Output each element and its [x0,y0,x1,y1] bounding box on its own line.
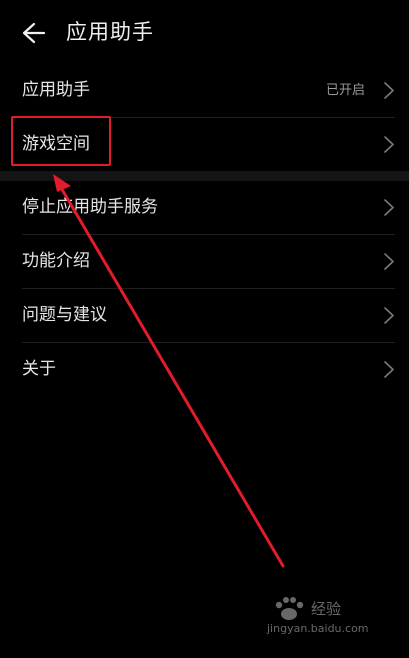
app-header: 应用助手 [0,0,409,64]
chevron-right-icon [383,199,395,216]
row-stop-service[interactable]: 停止应用助手服务 [22,181,395,235]
chevron-right-icon [383,136,395,153]
row-feature-intro[interactable]: 功能介绍 [22,235,395,289]
chevron-right-icon [383,82,395,99]
back-arrow-icon [22,22,46,44]
chevron-right-icon [383,361,395,378]
row-label: 游戏空间 [22,134,90,154]
row-label: 应用助手 [22,80,90,100]
baidu-jingyan-watermark: 经验 jingyan.baidu.com [267,596,387,636]
row-about[interactable]: 关于 [22,343,395,396]
watermark-brand: 经验 [311,600,342,618]
watermark-url: jingyan.baidu.com [267,622,369,635]
status-text: 已开启 [325,83,365,98]
back-button[interactable] [14,18,48,48]
baidu-paw-icon [275,597,304,620]
row-label: 停止应用助手服务 [22,197,158,217]
section-divider [0,171,409,181]
row-label: 问题与建议 [22,305,107,325]
row-app-assistant[interactable]: 应用助手 已开启 [22,64,395,118]
chevron-right-icon [383,253,395,270]
row-label: 功能介绍 [22,251,90,271]
page-title: 应用助手 [66,20,154,44]
settings-list: 应用助手 已开启 游戏空间 停止应用助手服务 功能介绍 问题与建议 关于 [0,64,409,396]
chevron-right-icon [383,307,395,324]
row-label: 关于 [22,359,56,379]
row-feedback[interactable]: 问题与建议 [22,289,395,343]
row-game-space[interactable]: 游戏空间 [22,118,395,171]
